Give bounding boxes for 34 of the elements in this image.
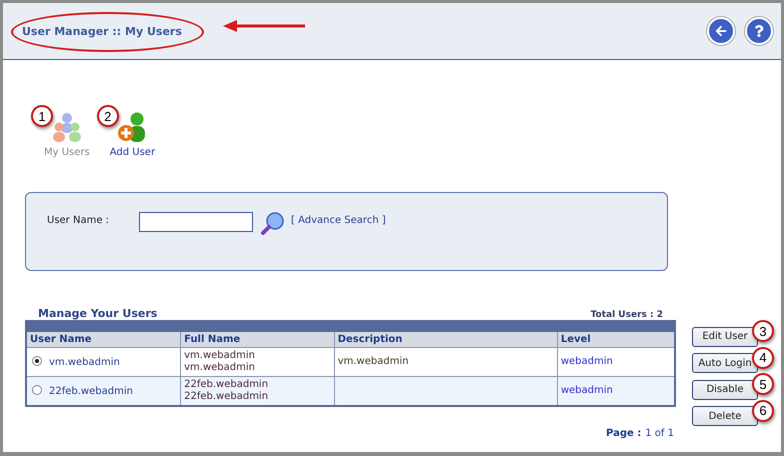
callout-number: 6 [752, 400, 774, 422]
page-title: User Manager :: My Users [22, 24, 182, 38]
back-arrow-icon [715, 25, 727, 37]
row-radio[interactable] [32, 356, 42, 366]
page-value: 1 of 1 [645, 428, 674, 439]
back-button[interactable] [707, 17, 735, 45]
nav-label: My Users [44, 147, 90, 158]
action-button[interactable]: Delete [692, 406, 758, 426]
action-button[interactable]: Edit User [692, 326, 758, 346]
search-icon[interactable] [261, 212, 285, 236]
question-mark-icon [753, 25, 765, 37]
help-button[interactable] [745, 17, 773, 45]
full-name: 22feb.webadmin 22feb.webadmin [184, 379, 270, 403]
page-label: Page : [606, 428, 642, 439]
total-users: Total Users : 2 [590, 310, 663, 320]
user-name: 22feb.webadmin [49, 386, 133, 396]
action-button[interactable]: Auto Login [692, 353, 758, 373]
advance-search-link[interactable]: [ Advance Search ] [291, 212, 386, 226]
description: vm.webadmin [338, 356, 409, 367]
callout-number: 3 [752, 320, 774, 342]
callout-number: 4 [752, 346, 774, 368]
callout-number: 2 [96, 105, 119, 127]
table-title: Manage Your Users [38, 307, 158, 320]
level: webadmin [560, 356, 613, 367]
user-name: vm.webadmin [49, 356, 120, 368]
field-label: User Name : [47, 214, 110, 226]
callout-number: 5 [752, 373, 774, 395]
nav-label: Add User [110, 147, 156, 158]
level: webadmin [560, 385, 613, 396]
callout-number: 1 [31, 105, 53, 127]
full-name: vm.webadmin vm.webadmin [184, 350, 256, 374]
user-name-field[interactable] [139, 212, 253, 232]
action-button[interactable]: Disable [692, 380, 758, 400]
row-radio[interactable] [32, 384, 42, 394]
